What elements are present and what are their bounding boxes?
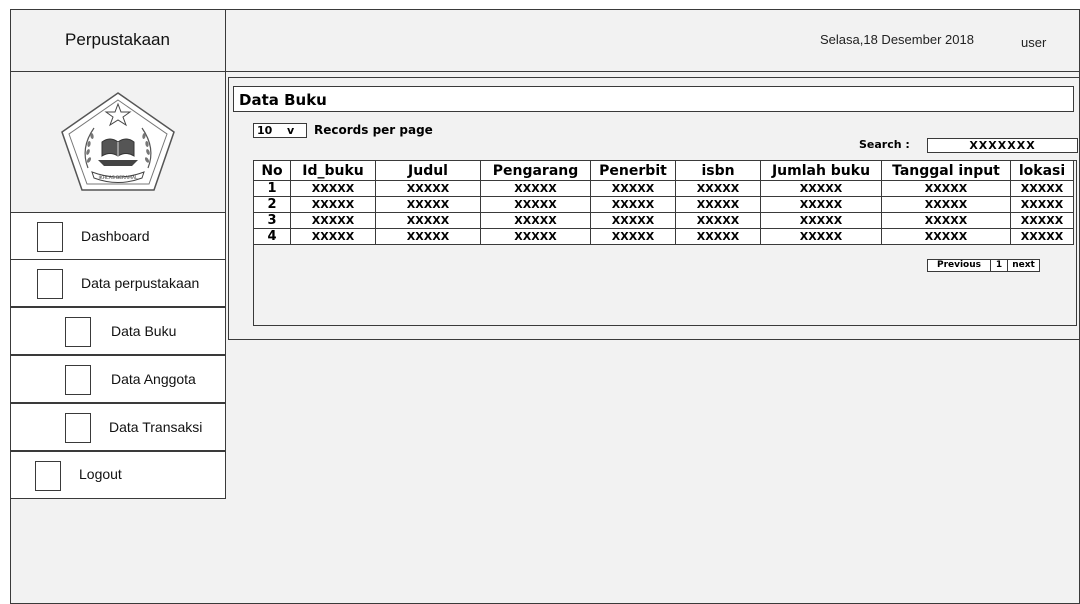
- column-header-jumlah-buku[interactable]: Jumlah buku: [760, 160, 882, 181]
- cell-isbn: XXXXX: [675, 180, 761, 197]
- sidebar-item-dashboard[interactable]: Dashboard: [10, 212, 226, 260]
- cell-tanggal-input: XXXXX: [881, 212, 1011, 229]
- sidebar-item-label: Data Transaksi: [109, 419, 203, 435]
- column-header-no[interactable]: No: [253, 160, 291, 181]
- pagination: Previous 1 next: [927, 259, 1040, 272]
- next-button[interactable]: next: [1007, 259, 1040, 272]
- cell-tanggal-input: XXXXX: [881, 180, 1011, 197]
- cell-pengarang: XXXXX: [480, 180, 591, 197]
- cell-isbn: XXXXX: [675, 196, 761, 213]
- column-header-penerbit[interactable]: Penerbit: [590, 160, 676, 181]
- sidebar-item-label: Data Anggota: [111, 371, 196, 387]
- sidebar-item-label: Data perpustakaan: [81, 275, 200, 291]
- sidebar-item-data-perpustakaan[interactable]: Data perpustakaan: [10, 259, 226, 307]
- records-per-page-value: 10: [257, 124, 273, 137]
- cell-id-buku: XXXXX: [290, 180, 376, 197]
- cell-pengarang: XXXXX: [480, 212, 591, 229]
- records-per-page-select[interactable]: 10 v: [253, 123, 307, 138]
- sidebar-item-data-transaksi[interactable]: Data Transaksi: [10, 403, 226, 451]
- sidebar-item-logout[interactable]: Logout: [10, 451, 226, 499]
- table-row[interactable]: 2 XXXXX XXXXX XXXXX XXXXX XXXXX XXXXX XX…: [253, 196, 1074, 213]
- cell-penerbit: XXXXX: [590, 196, 676, 213]
- brand-title: Perpustakaan: [10, 9, 226, 72]
- cell-judul: XXXXX: [375, 228, 481, 245]
- cell-penerbit: XXXXX: [590, 228, 676, 245]
- top-header: Selasa,18 Desember 2018 user: [226, 9, 1080, 72]
- panel-header: Data Buku: [233, 86, 1074, 112]
- cell-id-buku: XXXXX: [290, 228, 376, 245]
- data-buku-icon: [65, 317, 91, 347]
- cell-id-buku: XXXXX: [290, 212, 376, 229]
- books-table: No Id_buku Judul Pengarang Penerbit isbn…: [253, 160, 1074, 245]
- column-header-judul[interactable]: Judul: [375, 160, 481, 181]
- cell-pengarang: XXXXX: [480, 196, 591, 213]
- sidebar-item-label: Data Buku: [111, 323, 177, 339]
- cell-judul: XXXXX: [375, 196, 481, 213]
- page-1-button[interactable]: 1: [990, 259, 1008, 272]
- cell-judul: XXXXX: [375, 180, 481, 197]
- sidebar-item-label: Logout: [79, 466, 122, 482]
- logo-area: IKHLAS BERAMAL: [10, 72, 226, 212]
- cell-lokasi: XXXXX: [1010, 212, 1074, 229]
- previous-button[interactable]: Previous: [927, 259, 991, 272]
- logout-icon: [35, 461, 61, 491]
- table-row[interactable]: 1 XXXXX XXXXX XXXXX XXXXX XXXXX XXXXX XX…: [253, 180, 1074, 197]
- cell-penerbit: XXXXX: [590, 180, 676, 197]
- cell-jumlah-buku: XXXXX: [760, 196, 882, 213]
- cell-no: 4: [253, 228, 291, 245]
- dropdown-arrow-icon: v: [287, 124, 295, 137]
- cell-judul: XXXXX: [375, 212, 481, 229]
- cell-isbn: XXXXX: [675, 228, 761, 245]
- kemenag-emblem-icon: IKHLAS BERAMAL: [60, 92, 175, 191]
- dashboard-icon: [37, 222, 63, 252]
- data-anggota-icon: [65, 365, 91, 395]
- data-perpustakaan-icon: [37, 269, 63, 299]
- cell-lokasi: XXXXX: [1010, 180, 1074, 197]
- search-label: Search :: [859, 138, 910, 151]
- cell-lokasi: XXXXX: [1010, 228, 1074, 245]
- cell-tanggal-input: XXXXX: [881, 228, 1011, 245]
- sidebar-item-label: Dashboard: [81, 228, 150, 244]
- current-date: Selasa,18 Desember 2018: [820, 32, 974, 47]
- cell-jumlah-buku: XXXXX: [760, 180, 882, 197]
- cell-jumlah-buku: XXXXX: [760, 228, 882, 245]
- sidebar-item-data-anggota[interactable]: Data Anggota: [10, 355, 226, 403]
- cell-no: 1: [253, 180, 291, 197]
- cell-lokasi: XXXXX: [1010, 196, 1074, 213]
- user-link[interactable]: user: [1021, 35, 1046, 50]
- cell-penerbit: XXXXX: [590, 212, 676, 229]
- search-input[interactable]: XXXXXXX: [927, 138, 1078, 153]
- cell-tanggal-input: XXXXX: [881, 196, 1011, 213]
- logo-motto: IKHLAS BERAMAL: [98, 175, 138, 181]
- table-row[interactable]: 3 XXXXX XXXXX XXXXX XXXXX XXXXX XXXXX XX…: [253, 212, 1074, 229]
- cell-no: 2: [253, 196, 291, 213]
- column-header-isbn[interactable]: isbn: [675, 160, 761, 181]
- sidebar-item-data-buku[interactable]: Data Buku: [10, 307, 226, 355]
- column-header-lokasi[interactable]: lokasi: [1010, 160, 1074, 181]
- cell-no: 3: [253, 212, 291, 229]
- cell-id-buku: XXXXX: [290, 196, 376, 213]
- column-header-tanggal-input[interactable]: Tanggal input: [881, 160, 1011, 181]
- cell-pengarang: XXXXX: [480, 228, 591, 245]
- cell-jumlah-buku: XXXXX: [760, 212, 882, 229]
- records-per-page-label: Records per page: [314, 123, 433, 137]
- column-header-id-buku[interactable]: Id_buku: [290, 160, 376, 181]
- data-transaksi-icon: [65, 413, 91, 443]
- page-title: Data Buku: [239, 91, 327, 109]
- column-header-pengarang[interactable]: Pengarang: [480, 160, 591, 181]
- cell-isbn: XXXXX: [675, 212, 761, 229]
- table-row[interactable]: 4 XXXXX XXXXX XXXXX XXXXX XXXXX XXXXX XX…: [253, 228, 1074, 245]
- table-header-row: No Id_buku Judul Pengarang Penerbit isbn…: [253, 160, 1074, 181]
